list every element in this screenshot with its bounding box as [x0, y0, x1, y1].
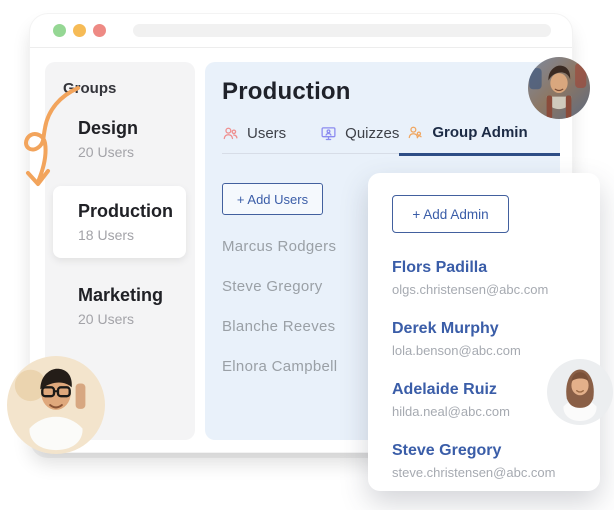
admin-name[interactable]: Flors Padilla: [392, 259, 576, 277]
traffic-light-yellow-icon[interactable]: [73, 24, 86, 37]
add-admin-button[interactable]: + Add Admin: [392, 195, 509, 233]
traffic-light-red-icon[interactable]: [93, 24, 106, 37]
add-users-button[interactable]: + Add Users: [222, 183, 323, 215]
admin-email: hilda.neal@abc.com: [392, 404, 510, 419]
admin-name[interactable]: Derek Murphy: [392, 320, 576, 338]
traffic-light-green-icon[interactable]: [53, 24, 66, 37]
group-name: Production: [78, 201, 173, 221]
page: Groups Design 20 Users Production 18 Use…: [0, 0, 614, 510]
group-user-count: 18 Users: [78, 227, 135, 243]
admin-email: steve.christensen@abc.com: [392, 465, 556, 480]
admin-entry: Flors Padilla olgs.christensen@abc.com: [392, 259, 576, 297]
page-title: Production: [222, 78, 351, 105]
users-icon: [223, 127, 238, 139]
avatar-man-glasses: [7, 356, 105, 454]
tab-bar: Users Quizzes Group Admin: [222, 124, 560, 156]
browser-topbar: [30, 14, 572, 48]
group-name: Marketing: [78, 285, 164, 305]
tab-users[interactable]: Users: [222, 125, 286, 154]
group-user-count: 20 Users: [78, 311, 135, 327]
group-user-count: 20 Users: [78, 144, 135, 160]
admin-entry: Steve Gregory steve.christensen@abc.com: [392, 442, 576, 480]
admin-email: olgs.christensen@abc.com: [392, 282, 549, 297]
tab-label: Group Admin: [432, 124, 528, 141]
curved-arrow-decoration: [24, 86, 80, 186]
sidebar-item-marketing[interactable]: Marketing 20 Users: [45, 285, 195, 327]
admin-name[interactable]: Steve Gregory: [392, 442, 576, 460]
tab-label: Users: [247, 124, 287, 142]
avatar-man-curly-hair: [528, 57, 590, 119]
tab-label: Quizzes: [345, 124, 400, 142]
url-bar[interactable]: [133, 24, 551, 37]
tab-quizzes[interactable]: Quizzes: [320, 125, 399, 154]
group-admin-icon: [408, 126, 423, 139]
group-admin-card: + Add Admin Flors Padilla olgs.christens…: [368, 173, 600, 491]
quizzes-icon: [321, 126, 336, 140]
admin-email: lola.benson@abc.com: [392, 343, 521, 358]
tab-group-admin[interactable]: Group Admin: [399, 124, 560, 156]
admin-entry: Derek Murphy lola.benson@abc.com: [392, 320, 576, 358]
avatar-woman: [547, 359, 613, 425]
group-name: Design: [78, 118, 139, 138]
